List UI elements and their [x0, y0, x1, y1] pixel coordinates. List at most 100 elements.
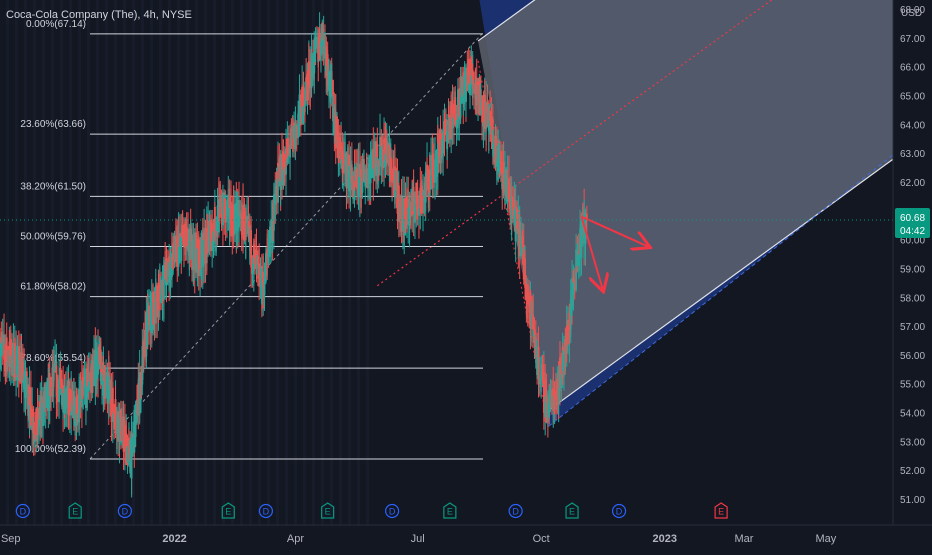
- session-band: [240, 0, 243, 525]
- price-tick-label: 52.00: [900, 466, 925, 477]
- candle-body: [497, 162, 500, 172]
- candle-body: [128, 437, 130, 440]
- candle-body: [238, 215, 240, 228]
- candle-body: [32, 424, 35, 434]
- candle-body: [360, 192, 363, 194]
- event-letter: D: [263, 507, 270, 517]
- candle-body: [577, 254, 580, 266]
- price-tick-label: 57.00: [900, 322, 925, 333]
- candle-body: [499, 152, 502, 156]
- candle-body: [455, 123, 458, 129]
- candle-body: [532, 316, 535, 330]
- candle-body: [340, 141, 342, 151]
- candle-body: [563, 355, 565, 375]
- candle-body: [99, 349, 102, 372]
- fib-level-label: 100.00%(52.39): [15, 444, 86, 455]
- candle-body: [553, 390, 556, 395]
- candle-body: [415, 182, 418, 198]
- candle-body: [524, 258, 526, 288]
- session-band: [222, 0, 225, 525]
- candle-body: [111, 388, 114, 412]
- price-tick-label: 63.00: [900, 149, 925, 160]
- event-letter: D: [122, 507, 129, 517]
- fib-level-label: 61.80%(58.02): [20, 282, 86, 293]
- time-tick-label: 2022: [162, 533, 186, 545]
- candle-body: [459, 90, 462, 116]
- session-band: [294, 0, 297, 525]
- candle-body: [446, 131, 449, 133]
- candle-body: [471, 69, 474, 85]
- session-band: [96, 0, 99, 525]
- session-band: [231, 0, 234, 525]
- session-band: [366, 0, 369, 525]
- candle-body: [34, 441, 36, 443]
- candle-body: [393, 166, 396, 169]
- event-letter: E: [225, 507, 231, 517]
- candle-body: [461, 76, 463, 88]
- price-tick-label: 64.00: [900, 120, 925, 131]
- price-tick-label: 56.00: [900, 351, 925, 362]
- candle-body: [299, 124, 302, 126]
- session-band: [276, 0, 279, 525]
- candle-body: [263, 281, 266, 295]
- candle-body: [136, 415, 138, 423]
- candle-body: [102, 361, 105, 366]
- candle-body: [48, 373, 51, 380]
- time-tick-label: Oct: [533, 533, 550, 545]
- time-tick-label: 2023: [652, 533, 676, 545]
- candle-body: [350, 167, 353, 183]
- candle-body: [289, 146, 291, 154]
- price-tick-label: 62.00: [900, 178, 925, 189]
- session-band: [141, 0, 144, 525]
- candle-body: [119, 441, 122, 443]
- candle-body: [152, 291, 154, 304]
- price-tick-label: 66.00: [900, 63, 925, 74]
- candle-body: [250, 230, 253, 268]
- session-band: [321, 0, 324, 525]
- candle-body: [537, 361, 540, 380]
- event-letter: D: [389, 507, 396, 517]
- price-axis[interactable]: 51.00 52.00 53.00 54.00 55.00 56.00 57.00 58.00…: [892, 0, 932, 550]
- candle-body: [426, 164, 428, 171]
- candle-body: [508, 197, 510, 199]
- price-tick-label: 54.00: [900, 409, 925, 420]
- candle-body: [418, 208, 420, 216]
- current-price-value: 60.68: [900, 213, 925, 224]
- price-tick-label: 59.00: [900, 264, 925, 275]
- fib-level-label: 50.00%(59.76): [20, 232, 86, 243]
- session-band: [285, 0, 288, 525]
- bar-countdown: 04:42: [900, 226, 925, 237]
- symbol-title: Coca-Cola Company (The), 4h, NYSE: [6, 9, 192, 21]
- price-tick-label: 51.00: [900, 495, 925, 506]
- candle-body: [470, 58, 473, 71]
- candle-body: [103, 398, 106, 400]
- candle-body: [15, 366, 18, 372]
- price-tick-label: 55.00: [900, 380, 925, 391]
- candle-body: [458, 117, 461, 120]
- fib-level-label: 78.60%(55.54): [20, 353, 86, 364]
- session-band: [105, 0, 108, 525]
- chart-container[interactable]: 0.00%(67.14) 23.60%(63.66) 38.20%(61.50) 50…: [0, 0, 932, 550]
- candle-body: [436, 133, 439, 142]
- candle-body: [126, 448, 129, 462]
- candle-body: [414, 206, 416, 213]
- candle-body: [58, 381, 60, 385]
- time-tick-label: Mar: [734, 533, 753, 545]
- event-letter: E: [569, 507, 575, 517]
- candle-body: [180, 236, 183, 261]
- session-band: [348, 0, 351, 525]
- session-band: [339, 0, 342, 525]
- event-letter: D: [512, 507, 519, 517]
- session-band: [6, 0, 9, 525]
- price-tick-label: 65.00: [900, 92, 925, 103]
- candle-body: [165, 258, 168, 261]
- event-letter: E: [72, 507, 78, 517]
- fib-level-label: 38.20%(61.50): [20, 181, 86, 192]
- session-band: [357, 0, 360, 525]
- event-letter: D: [20, 507, 27, 517]
- candle-body: [302, 111, 305, 116]
- candle-body: [336, 116, 338, 140]
- candle-body: [38, 420, 40, 428]
- candlestick-chart[interactable]: 0.00%(67.14)23.60%(63.66)38.20%(61.50)50…: [0, 0, 932, 550]
- candle-body: [462, 94, 465, 104]
